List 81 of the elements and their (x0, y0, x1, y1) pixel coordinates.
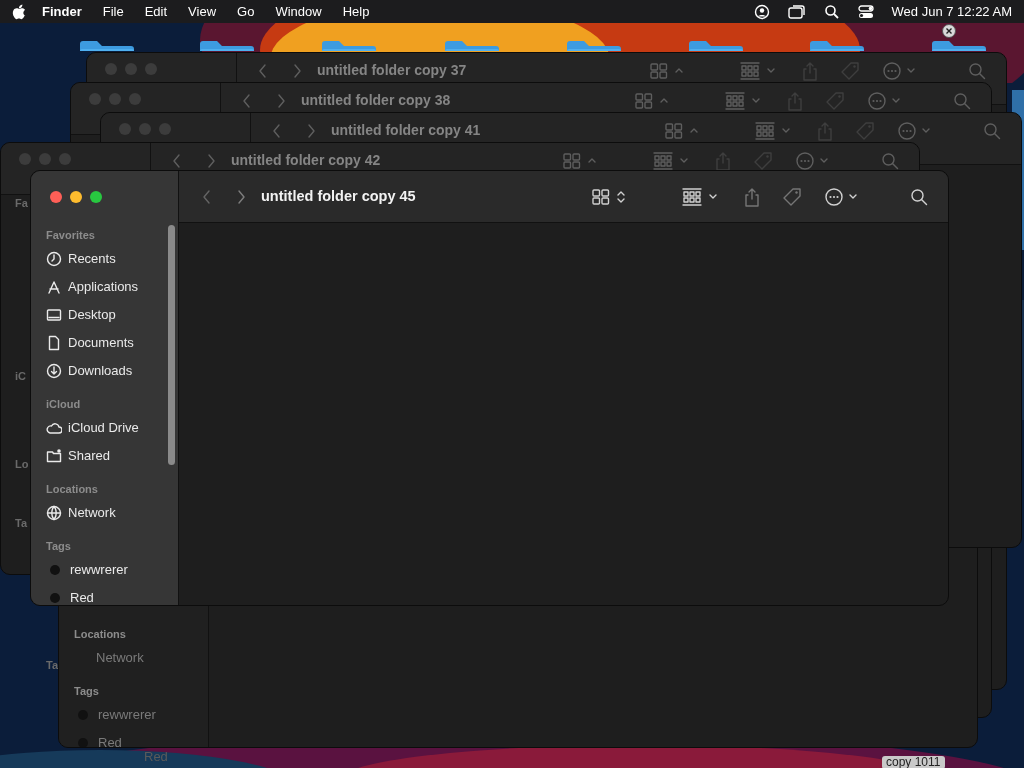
section-heading: iC (15, 369, 26, 384)
sidebar-label[interactable]: iCloud Drive (68, 418, 139, 438)
caret-icon[interactable] (708, 192, 718, 201)
section-heading: Fa (15, 196, 28, 211)
menu-item[interactable]: Go (237, 1, 255, 22)
tag-icon[interactable] (825, 90, 845, 111)
sidebar-item[interactable]: Network (74, 644, 208, 672)
menu-item[interactable]: Help (342, 1, 370, 22)
caret-icon[interactable] (848, 192, 858, 201)
section-heading: Locations (74, 627, 127, 642)
sidebar-item[interactable]: Documents (46, 329, 181, 357)
sidebar-item[interactable]: Red (74, 729, 208, 747)
sidebar-item[interactable]: Desktop (46, 301, 181, 329)
forward-icon[interactable] (305, 122, 317, 139)
applications-icon (46, 279, 62, 295)
screen-mirroring-icon[interactable] (787, 3, 806, 20)
window-title: untitled folder copy 38 (301, 91, 452, 110)
sidebar-item[interactable]: Downloads (46, 357, 181, 385)
shared-folder-icon (46, 448, 62, 464)
sidebar-label[interactable]: Recents (68, 249, 116, 269)
window-title: untitled folder copy 42 (231, 151, 382, 170)
section-heading: iCloud (46, 397, 82, 412)
section-heading: Locations (46, 482, 99, 497)
sidebar-label[interactable]: Red (70, 588, 94, 605)
desktop-icon (46, 307, 62, 323)
document-icon (46, 335, 62, 351)
share-icon[interactable] (817, 120, 833, 141)
sidebar-item[interactable]: Shared (46, 442, 181, 470)
menu-item[interactable]: View (188, 1, 217, 22)
user-icon[interactable] (753, 3, 770, 20)
section-heading: Ta (15, 516, 28, 531)
sidebar-item[interactable]: rewwrerer (46, 556, 181, 584)
clock-icon (46, 251, 62, 267)
section-heading: Ta (46, 658, 59, 673)
forward-icon[interactable] (205, 152, 217, 169)
clock[interactable]: Wed Jun 7 12:22 AM (891, 1, 1012, 22)
share-icon[interactable] (715, 150, 731, 171)
tag-icon[interactable] (753, 150, 773, 171)
control-center-icon[interactable] (857, 3, 874, 20)
sidebar-label[interactable]: Desktop (68, 305, 116, 325)
app-menu[interactable]: Finder (42, 1, 82, 22)
forward-icon[interactable] (235, 188, 247, 205)
section-heading: Tags (46, 539, 72, 554)
window-title: untitled folder copy 41 (331, 121, 482, 140)
menu-item[interactable]: Window (275, 1, 322, 22)
grid-view-icon[interactable] (592, 188, 610, 205)
minimize-button[interactable] (70, 191, 82, 203)
sidebar-label[interactable]: Network (68, 503, 116, 523)
sidebar-item[interactable]: Red (46, 584, 181, 605)
sidebar-item[interactable]: rewwrerer (74, 701, 208, 729)
search-icon[interactable] (823, 3, 840, 20)
sidebar-item[interactable]: Recents (46, 245, 181, 273)
sidebar-label[interactable]: rewwrerer (98, 705, 156, 725)
cloud-icon (46, 420, 62, 436)
tag-icon[interactable] (855, 120, 875, 141)
sidebar-label[interactable]: Shared (68, 446, 110, 466)
apple-icon[interactable] (12, 3, 26, 20)
share-icon[interactable] (787, 90, 803, 111)
scrollbar-thumb[interactable] (168, 225, 175, 465)
menu-item[interactable]: Edit (144, 1, 168, 22)
file-label[interactable]: copy 1011 (882, 756, 945, 768)
sidebar-label[interactable]: Applications (68, 277, 139, 297)
section-heading: Tags (74, 684, 100, 699)
sidebar-label[interactable]: rewwrerer (70, 560, 128, 580)
menu-item[interactable]: File (102, 1, 124, 22)
close-button[interactable] (50, 191, 62, 203)
download-icon (46, 363, 62, 379)
zoom-button[interactable] (90, 191, 102, 203)
section-heading: Favorites (46, 228, 96, 243)
search-icon[interactable] (910, 187, 928, 206)
sidebar-item[interactable]: iCloud Drive (46, 414, 181, 442)
sidebar-label[interactable]: Downloads (68, 361, 133, 381)
window-title: untitled folder copy 45 (261, 186, 417, 206)
sidebar-label[interactable]: Red (98, 733, 122, 747)
forward-icon[interactable] (275, 92, 287, 109)
globe-icon (46, 505, 62, 521)
section-heading: Lo (15, 457, 29, 472)
sidebar-label[interactable]: Network (96, 648, 144, 668)
sidebar-item[interactable]: Applications (46, 273, 181, 301)
sidebar-label[interactable]: Documents (68, 333, 134, 353)
sidebar-item[interactable]: Network (46, 499, 181, 527)
